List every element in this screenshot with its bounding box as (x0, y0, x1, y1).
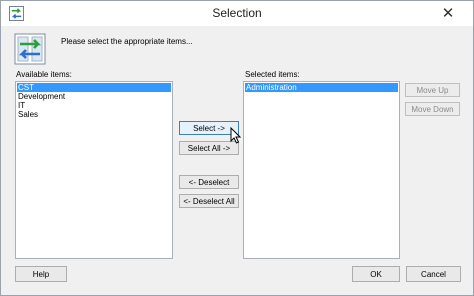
cancel-button[interactable]: Cancel (406, 266, 461, 282)
selected-items-list[interactable]: Administration (243, 81, 400, 259)
title-bar: Selection ✕ (1, 1, 473, 26)
selected-items-label: Selected items: (245, 70, 300, 79)
instruction-text: Please select the appropriate items... (61, 37, 193, 46)
list-item[interactable]: CST (17, 83, 171, 92)
window-title: Selection (212, 6, 262, 20)
list-item[interactable]: Development (17, 92, 171, 101)
list-item[interactable]: Sales (17, 110, 171, 119)
mouse-pointer-icon (230, 127, 241, 144)
close-button[interactable]: ✕ (429, 2, 467, 23)
close-icon: ✕ (441, 4, 455, 22)
ok-button[interactable]: OK (352, 266, 400, 282)
list-item[interactable]: Administration (245, 83, 398, 92)
deselect-all-button[interactable]: <- Deselect All (179, 194, 239, 208)
available-items-label: Available items: (16, 70, 72, 79)
move-up-button[interactable]: Move Up (405, 83, 460, 97)
available-items-list[interactable]: CST Development IT Sales (15, 81, 173, 259)
transfer-arrows-icon (14, 33, 46, 65)
help-button[interactable]: Help (15, 266, 67, 282)
move-down-button[interactable]: Move Down (405, 102, 460, 116)
list-item[interactable]: IT (17, 101, 171, 110)
selection-dialog: Selection ✕ Please select the appropriat… (0, 0, 474, 296)
deselect-button[interactable]: <- Deselect (179, 175, 239, 189)
